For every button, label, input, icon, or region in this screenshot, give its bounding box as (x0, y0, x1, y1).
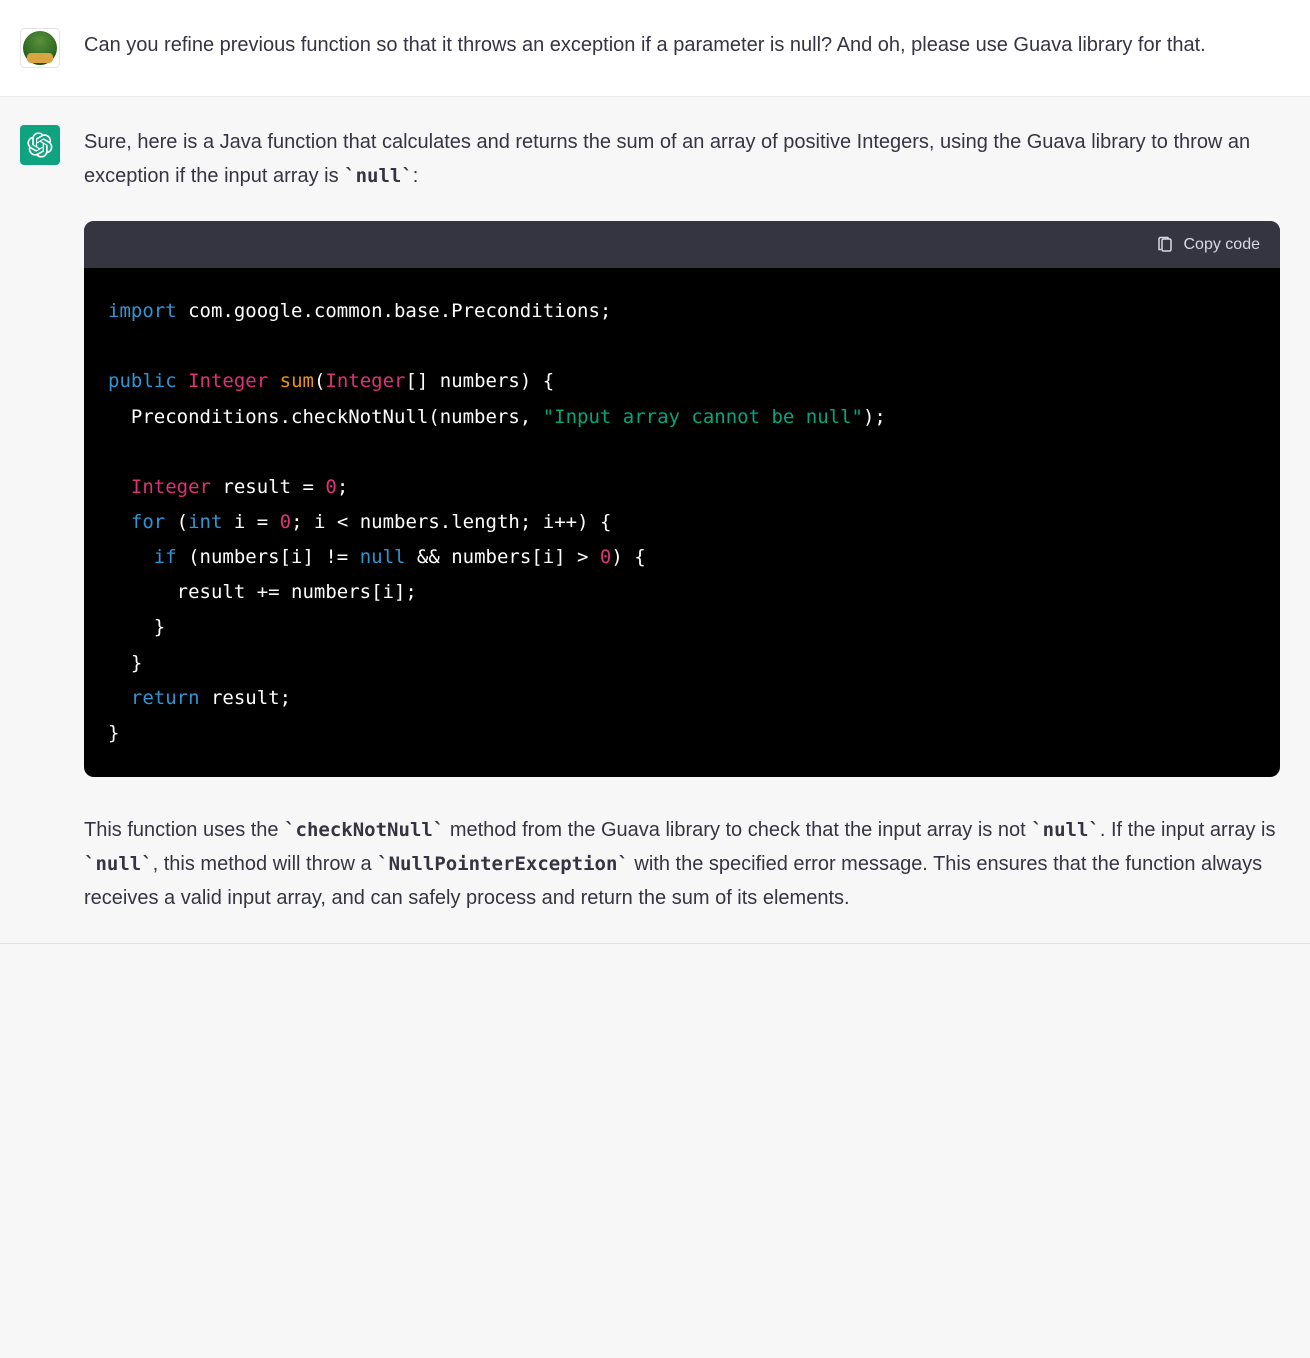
user-text: Can you refine previous function so that… (84, 28, 1280, 62)
code-text: result = (211, 476, 325, 498)
code-number: 0 (280, 511, 291, 533)
code-type: Integer (188, 370, 268, 392)
inline-code: `null` (1031, 819, 1100, 841)
user-message-content: Can you refine previous function so that… (84, 28, 1290, 68)
assistant-intro-tail: : (413, 165, 419, 187)
code-block: Copy code import com.google.common.base.… (84, 221, 1280, 777)
code-text: result; (200, 687, 292, 709)
code-text: ); (863, 406, 886, 428)
code-string: "Input array cannot be null" (543, 406, 863, 428)
code-text: ( (314, 370, 325, 392)
code-keyword: if (154, 546, 177, 568)
code-keyword: public (108, 370, 177, 392)
code-keyword: int (188, 511, 222, 533)
outro-text: , this method will throw a (153, 853, 378, 875)
code-function: sum (280, 370, 314, 392)
openai-logo-icon (27, 132, 53, 158)
code-text: && numbers[i] > (405, 546, 599, 568)
code-number: 0 (325, 476, 336, 498)
user-avatar (20, 28, 60, 68)
code-block-header: Copy code (84, 221, 1280, 268)
user-message-row: Can you refine previous function so that… (0, 0, 1310, 97)
code-text: com.google.common.base.Preconditions; (177, 300, 612, 322)
code-text: ) { (611, 546, 645, 568)
assistant-message-row: Sure, here is a Java function that calcu… (0, 97, 1310, 944)
code-text: ; (337, 476, 348, 498)
inline-code: `NullPointerException` (377, 853, 629, 875)
outro-text: method from the Guava library to check t… (444, 819, 1031, 841)
code-text: result += numbers[i]; (108, 581, 417, 603)
assistant-intro-text: Sure, here is a Java function that calcu… (84, 131, 1250, 187)
code-keyword: for (131, 511, 165, 533)
inline-code: `null` (84, 853, 153, 875)
code-type: Integer (131, 476, 211, 498)
assistant-intro: Sure, here is a Java function that calcu… (84, 125, 1280, 193)
inline-code-null: `null` (344, 165, 413, 187)
code-number: 0 (600, 546, 611, 568)
assistant-message-content: Sure, here is a Java function that calcu… (84, 125, 1290, 915)
code-type: Integer (325, 370, 405, 392)
code-text: } (108, 652, 142, 674)
user-avatar-image (23, 31, 57, 65)
code-keyword: null (360, 546, 406, 568)
assistant-avatar (20, 125, 60, 165)
outro-text: This function uses the (84, 819, 284, 841)
code-keyword: import (108, 300, 177, 322)
code-text: (numbers[i] != (177, 546, 360, 568)
code-text: Preconditions.checkNotNull(numbers, (108, 406, 543, 428)
outro-text: . If the input array is (1100, 819, 1276, 841)
code-text: ; i < numbers.length; i++) { (291, 511, 611, 533)
code-text: i = (222, 511, 279, 533)
code-text: [] numbers) { (405, 370, 554, 392)
code-text: } (108, 722, 119, 744)
copy-code-label: Copy code (1184, 231, 1261, 258)
copy-code-button[interactable]: Copy code (1156, 231, 1261, 258)
code-text: ( (165, 511, 188, 533)
clipboard-icon (1156, 236, 1174, 254)
code-text: } (108, 616, 165, 638)
code-body[interactable]: import com.google.common.base.Preconditi… (84, 268, 1280, 777)
code-keyword: return (131, 687, 200, 709)
assistant-outro: This function uses the `checkNotNull` me… (84, 813, 1280, 915)
inline-code: `checkNotNull` (284, 819, 444, 841)
